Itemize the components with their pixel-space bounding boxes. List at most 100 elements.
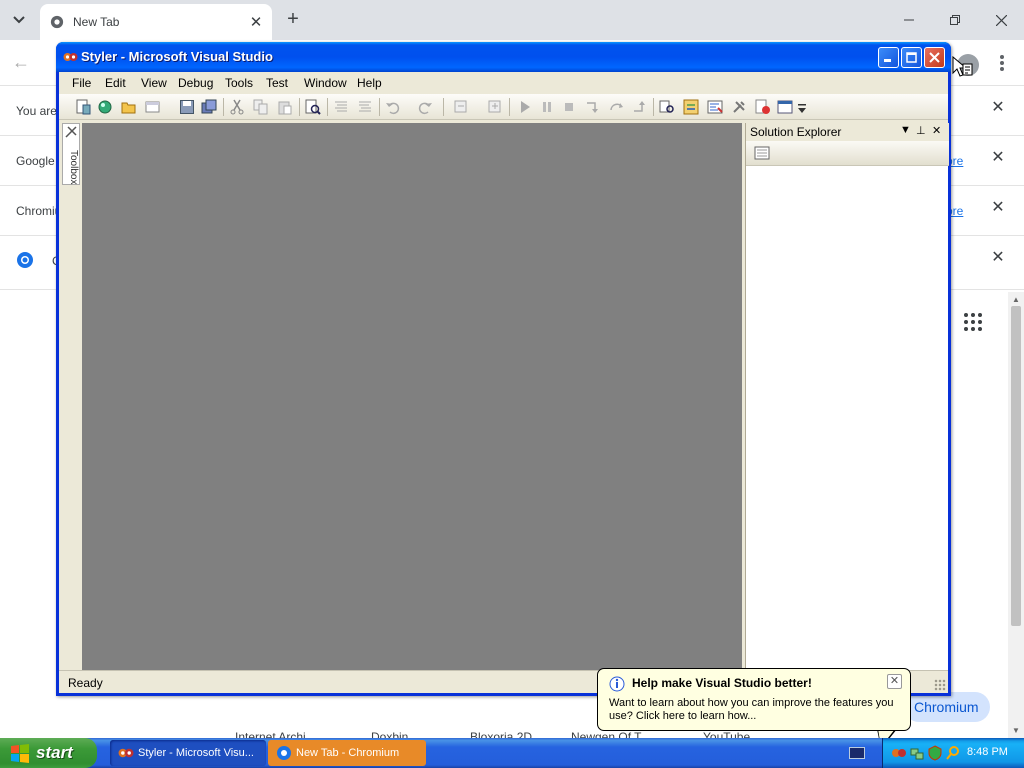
cursor-icon: [952, 56, 973, 77]
visual-studio-app-icon: [63, 53, 78, 61]
chrome-tabstrip: New Tab ✕ +: [0, 0, 1024, 40]
command-window-icon[interactable]: [777, 99, 793, 115]
solution-explorer-toolbar: [746, 141, 949, 166]
solution-explorer-title: Solution Explorer: [750, 125, 842, 139]
windows-logo-icon: [11, 744, 29, 763]
menu-window[interactable]: Window: [304, 76, 347, 90]
close-tab-icon[interactable]: ✕: [246, 12, 266, 32]
redo-icon[interactable]: [417, 99, 433, 115]
solution-explorer-icon[interactable]: [683, 99, 699, 115]
vs-close-button[interactable]: [924, 47, 945, 68]
network-icon[interactable]: [909, 745, 925, 761]
search-icon[interactable]: [945, 745, 961, 761]
step-into-icon[interactable]: [585, 99, 601, 115]
chevron-down-icon: [13, 16, 25, 24]
close-icon[interactable]: ✕: [990, 200, 1006, 216]
page-scrollbar[interactable]: ▲ ▼: [1008, 292, 1024, 738]
document-area[interactable]: [82, 123, 742, 670]
chrome-minimize-button[interactable]: [896, 8, 922, 32]
properties-icon[interactable]: [754, 145, 770, 161]
scroll-down-icon[interactable]: ▼: [1012, 726, 1020, 735]
info-icon: [609, 676, 625, 692]
chromium-favicon-icon: [277, 746, 291, 760]
pin-icon[interactable]: ⊥: [916, 124, 926, 137]
dropdown-arrow-icon[interactable]: ▼: [900, 124, 911, 136]
scroll-up-icon[interactable]: ▲: [1012, 295, 1020, 304]
new-tab-button[interactable]: +: [282, 9, 304, 31]
undo-icon[interactable]: [385, 99, 401, 115]
scrollbar-thumb[interactable]: [1011, 306, 1021, 626]
security-icon[interactable]: [927, 745, 943, 761]
keyboard-layout-icon[interactable]: [849, 747, 865, 759]
new-project-icon[interactable]: [75, 99, 91, 115]
find-in-files-icon[interactable]: [659, 99, 675, 115]
paste-icon[interactable]: [277, 99, 293, 115]
start-button[interactable]: start: [0, 738, 97, 768]
toolbar-options-icon[interactable]: [797, 103, 807, 115]
find-icon[interactable]: [305, 99, 321, 115]
vs-menubar: File Edit View Debug Tools Test Window H…: [59, 72, 948, 94]
minimize-icon: [884, 59, 891, 62]
toolbox-icon: [65, 126, 77, 138]
menu-view[interactable]: View: [141, 76, 167, 90]
notification-balloon[interactable]: Help make Visual Studio better! ✕ Want t…: [597, 668, 911, 731]
vs-titlebar[interactable]: Styler - Microsoft Visual Studio: [56, 42, 951, 72]
close-icon[interactable]: ✕: [990, 100, 1006, 116]
stop-icon[interactable]: [561, 99, 577, 115]
chrome-close-button[interactable]: [988, 8, 1014, 32]
vs-standard-toolbar: [59, 94, 948, 120]
solution-explorer-header[interactable]: Solution Explorer ▼ ⊥ ✕: [746, 123, 949, 141]
menu-tools[interactable]: Tools: [225, 76, 253, 90]
save-icon[interactable]: [179, 99, 195, 115]
info-bar-text: Google: [16, 154, 55, 168]
navigate-forward-icon[interactable]: [487, 99, 503, 115]
minimize-icon: [904, 19, 914, 21]
menu-edit[interactable]: Edit: [105, 76, 126, 90]
tray-app-icon[interactable]: [891, 745, 907, 761]
save-all-icon[interactable]: [201, 99, 217, 115]
toolbox-tab[interactable]: Toolbox: [62, 123, 80, 185]
object-browser-icon[interactable]: [755, 99, 771, 115]
info-bar-text: Chromiu: [16, 204, 62, 218]
close-icon[interactable]: ✕: [990, 150, 1006, 166]
menu-help[interactable]: Help: [357, 76, 382, 90]
uncomment-icon[interactable]: [357, 99, 373, 115]
close-icon[interactable]: ✕: [932, 124, 941, 137]
toolbox-icon[interactable]: [731, 99, 747, 115]
apps-launcher-icon[interactable]: [964, 313, 982, 331]
menu-file[interactable]: File: [72, 76, 91, 90]
step-over-icon[interactable]: [609, 99, 625, 115]
clock[interactable]: 8:48 PM: [967, 746, 1008, 758]
chrome-restore-button[interactable]: [942, 8, 968, 32]
start-label: start: [36, 743, 73, 762]
vs-minimize-button[interactable]: [878, 47, 899, 68]
menu-test[interactable]: Test: [266, 76, 288, 90]
step-out-icon[interactable]: [631, 99, 647, 115]
vs-maximize-button[interactable]: [901, 47, 922, 68]
taskbar-item-label: New Tab - Chromium: [296, 747, 400, 759]
add-item-icon[interactable]: [97, 99, 113, 115]
add-new-item-icon[interactable]: [145, 99, 161, 115]
properties-icon[interactable]: [707, 99, 723, 115]
chrome-tab-new-tab[interactable]: New Tab ✕: [40, 4, 272, 40]
comment-icon[interactable]: [333, 99, 349, 115]
start-debug-icon[interactable]: [517, 99, 533, 115]
chrome-menu-button[interactable]: [994, 52, 1010, 74]
info-bar-text: You are: [16, 104, 57, 118]
balloon-body[interactable]: Want to learn about how you can improve …: [609, 697, 905, 723]
close-icon[interactable]: ✕: [887, 674, 902, 689]
copy-icon[interactable]: [253, 99, 269, 115]
resize-grip[interactable]: [934, 679, 946, 691]
open-file-icon[interactable]: [121, 99, 137, 115]
menu-debug[interactable]: Debug: [178, 76, 213, 90]
taskbar-item-chromium[interactable]: New Tab - Chromium: [268, 740, 426, 766]
navigate-back-icon[interactable]: [453, 99, 469, 115]
taskbar-item-visual-studio[interactable]: Styler - Microsoft Visu...: [110, 740, 266, 766]
back-button[interactable]: ←: [12, 52, 30, 73]
customize-chromium-button[interactable]: Chromium: [904, 692, 990, 722]
chrome-logo-icon: [17, 252, 33, 268]
pause-icon[interactable]: [539, 99, 555, 115]
cut-icon[interactable]: [229, 99, 245, 115]
close-icon[interactable]: ✕: [990, 250, 1006, 266]
tab-search-button[interactable]: [8, 9, 30, 31]
